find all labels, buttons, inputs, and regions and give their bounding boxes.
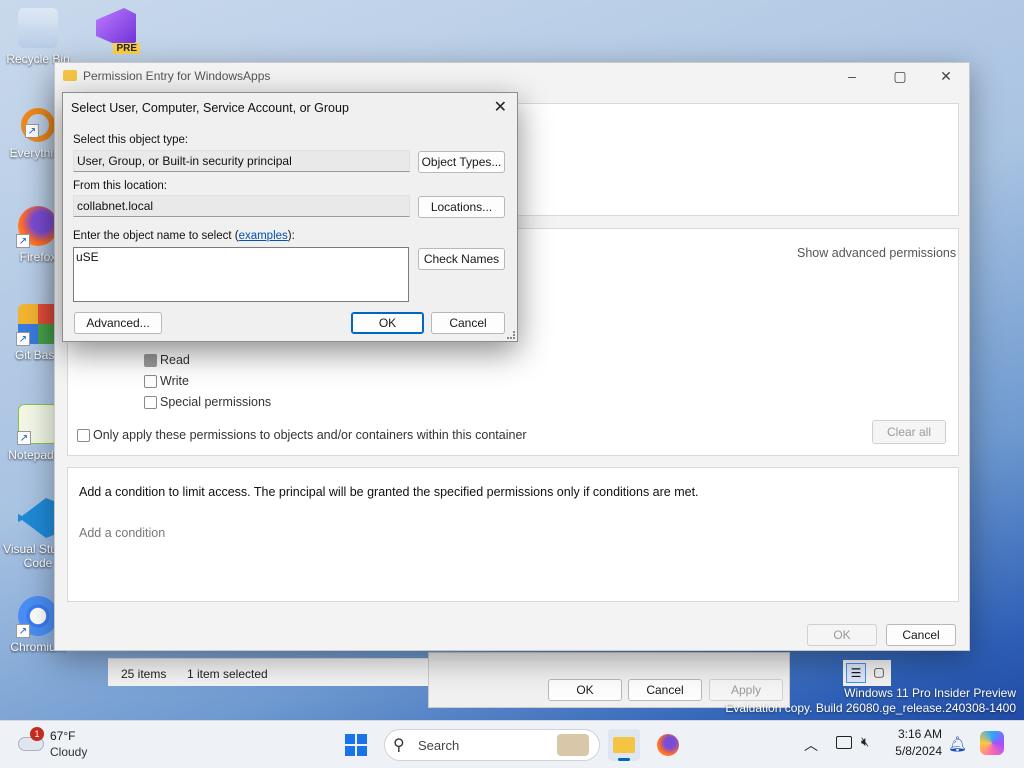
- advanced-button[interactable]: Advanced...: [74, 312, 162, 334]
- start-button[interactable]: [340, 729, 372, 761]
- explorer-status-bar: 25 items 1 item selected: [108, 658, 428, 686]
- notepad-plus-plus-icon: ↗: [17, 404, 58, 445]
- read-label: Read: [160, 353, 190, 367]
- locations-button[interactable]: Locations...: [418, 196, 505, 218]
- weather-badge: 1: [30, 727, 44, 741]
- object-type-field: User, Group, or Built-in security princi…: [73, 150, 410, 172]
- condition-description: Add a condition to limit access. The pri…: [79, 485, 699, 499]
- windows-watermark: Windows 11 Pro Insider Preview Evaluatio…: [725, 686, 1016, 716]
- clock[interactable]: 3:16 AM 5/8/2024: [886, 727, 942, 758]
- ok-button[interactable]: OK: [807, 624, 877, 646]
- weather-temp: 67°F: [50, 729, 76, 743]
- details-view-icon[interactable]: ☰: [846, 663, 866, 683]
- firefox-icon: ↗: [16, 206, 58, 248]
- resize-grip-icon[interactable]: [507, 331, 515, 339]
- visual-studio-preview-icon[interactable]: PRE: [94, 8, 140, 54]
- enter-label-suffix: ):: [287, 230, 295, 242]
- volume-muted-icon[interactable]: 🔇︎: [861, 734, 869, 750]
- watermark-line2: Evaluation copy. Build 26080.ge_release.…: [725, 701, 1016, 715]
- selected-count: 1 item selected: [187, 667, 268, 681]
- git-bash-icon: ↗: [16, 304, 58, 346]
- properties-ok-button[interactable]: OK: [548, 679, 622, 701]
- write-label: Write: [160, 374, 189, 388]
- ok-button[interactable]: OK: [351, 312, 424, 334]
- write-checkbox[interactable]: [144, 375, 157, 388]
- object-name-input[interactable]: uSE: [73, 247, 409, 302]
- shortcut-arrow-icon: ↗: [25, 124, 39, 138]
- add-condition-link[interactable]: Add a condition: [79, 526, 165, 540]
- clock-time: 3:16 AM: [897, 727, 942, 741]
- object-type-label: Select this object type:: [73, 134, 189, 146]
- tiles-view-icon[interactable]: ▢: [869, 663, 889, 683]
- cancel-button[interactable]: Cancel: [886, 624, 956, 646]
- search-highlight-icon: [557, 734, 589, 756]
- folder-icon: [613, 737, 635, 753]
- special-permissions-label: Special permissions: [160, 395, 272, 409]
- search-placeholder: Search: [418, 738, 460, 753]
- dialog-title: Select User, Computer, Service Account, …: [71, 101, 349, 115]
- show-hidden-icons-chevron[interactable]: ︿: [804, 735, 818, 755]
- select-user-dialog: Select User, Computer, Service Account, …: [62, 92, 518, 342]
- properties-cancel-button[interactable]: Cancel: [628, 679, 702, 701]
- file-explorer-taskbar-icon[interactable]: [608, 729, 640, 761]
- shortcut-arrow-icon: ↗: [16, 332, 30, 346]
- firefox-taskbar-icon[interactable]: [652, 729, 684, 761]
- folder-icon: [63, 70, 77, 81]
- only-apply-checkbox[interactable]: [77, 429, 90, 442]
- shortcut-arrow-icon: ↗: [16, 624, 30, 638]
- minimize-button[interactable]: –: [829, 63, 875, 91]
- explorer-view-buttons: ☰ ▢: [843, 660, 891, 686]
- chromium-icon: ↗: [16, 596, 58, 638]
- location-field: collabnet.local: [73, 195, 410, 217]
- search-box[interactable]: ⚲ Search: [384, 729, 600, 761]
- shortcut-arrow-icon: ↗: [17, 431, 31, 445]
- enter-label-prefix: Enter the object name to select (: [73, 230, 239, 242]
- cancel-button[interactable]: Cancel: [431, 312, 505, 334]
- windows-logo-icon: [345, 734, 367, 756]
- clear-all-button[interactable]: Clear all: [872, 420, 946, 444]
- active-indicator: [618, 758, 630, 761]
- close-icon[interactable]: ✕: [494, 97, 507, 117]
- examples-link[interactable]: examples: [239, 230, 288, 242]
- firefox-icon: [657, 734, 679, 756]
- enter-object-name-label: Enter the object name to select (example…: [73, 230, 295, 242]
- items-count: 25 items: [121, 667, 167, 681]
- notification-bell-icon[interactable]: 🔔︎: [948, 735, 967, 753]
- show-advanced-permissions-link[interactable]: Show advanced permissions: [797, 246, 956, 260]
- location-label: From this location:: [73, 180, 167, 192]
- recycle-bin-icon: [18, 8, 58, 48]
- copilot-preview-icon[interactable]: [980, 731, 1004, 755]
- watermark-line1: Windows 11 Pro Insider Preview: [844, 686, 1016, 700]
- search-icon: ⚲: [393, 737, 405, 754]
- desktop-icon-recycle-bin[interactable]: Recycle Bin: [2, 8, 74, 66]
- check-names-button[interactable]: Check Names: [418, 248, 505, 270]
- visual-studio-logo-icon: [96, 8, 136, 48]
- special-permissions-checkbox[interactable]: [144, 396, 157, 409]
- close-button[interactable]: ✕: [923, 63, 969, 91]
- only-apply-label: Only apply these permissions to objects …: [93, 428, 527, 442]
- vscode-icon: [18, 498, 58, 538]
- clock-date: 5/8/2024: [895, 744, 942, 758]
- shortcut-arrow-icon: ↗: [16, 234, 30, 248]
- pre-badge: PRE: [113, 43, 140, 54]
- weather-desc: Cloudy: [50, 745, 88, 759]
- condition-panel: Add a condition to limit access. The pri…: [67, 467, 959, 602]
- everything-search-icon: ↗: [21, 108, 55, 142]
- weather-widget[interactable]: 1 67°F Cloudy: [14, 727, 104, 763]
- object-types-button[interactable]: Object Types...: [418, 151, 505, 173]
- maximize-button[interactable]: ▢: [877, 63, 923, 91]
- window-title: Permission Entry for WindowsApps: [83, 69, 271, 83]
- network-icon[interactable]: [836, 736, 852, 749]
- taskbar: 1 67°F Cloudy ⚲ Search ︿ 🔇︎ 3:16 AM 5/8/…: [0, 720, 1024, 768]
- read-checkbox[interactable]: [144, 354, 157, 367]
